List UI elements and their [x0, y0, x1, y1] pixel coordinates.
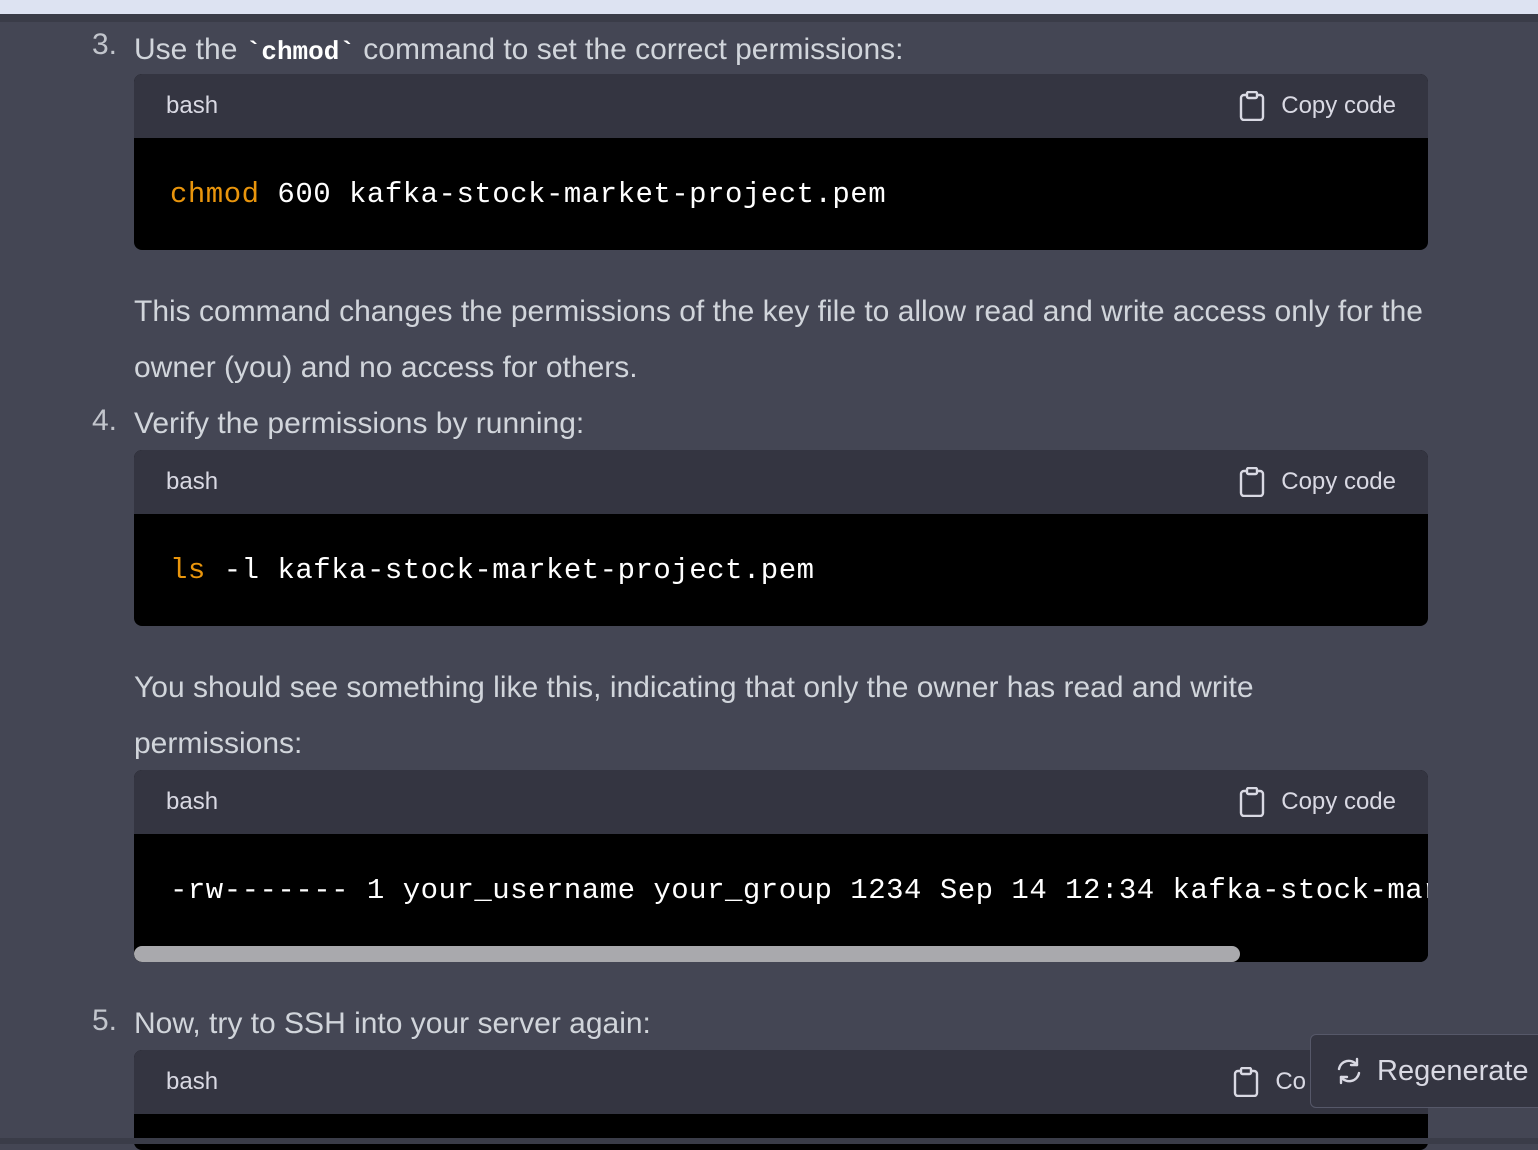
copy-code-label: Copy code — [1281, 92, 1396, 119]
code-block: bash Copy code ls -l kafka-stock-market-… — [134, 450, 1428, 626]
code-language: bash — [166, 1068, 219, 1095]
step-intro: Verify the permissions by running: — [134, 407, 585, 440]
inline-code: `chmod` — [245, 37, 355, 67]
copy-code-label: Copy code — [1281, 468, 1396, 495]
code-text: -l kafka-stock-market-project.pem — [205, 553, 815, 587]
code-content: -rw------- 1 your_username your_group 12… — [134, 834, 1428, 946]
output-code-block: bash Copy code -rw------- 1 your_usernam… — [134, 770, 1428, 962]
browser-top-bar — [0, 0, 1538, 14]
code-language: bash — [166, 468, 219, 495]
code-keyword: ls — [170, 553, 206, 587]
regenerate-button[interactable]: Regenerate — [1310, 1034, 1538, 1108]
clipboard-icon — [1240, 467, 1265, 497]
code-content: ls -l kafka-stock-market-project.pem — [134, 514, 1428, 626]
chat-response: 3. Use the `chmod` command to set the co… — [0, 22, 1538, 1150]
copy-code-button[interactable]: Copy code — [1239, 467, 1396, 497]
copy-code-button[interactable]: Copy code — [1239, 787, 1396, 817]
horizontal-scrollbar[interactable] — [134, 946, 1428, 962]
code-block: bash Copy code chmod 600 kafka-stock-mar… — [134, 74, 1428, 250]
regenerate-label: Regenerate — [1377, 1054, 1529, 1087]
step-number: 3. — [92, 28, 118, 61]
step-explanation: You should see something like this, indi… — [134, 671, 1254, 760]
step-intro-text: command to set the correct permissions: — [354, 33, 904, 66]
step-explanation: This command changes the permissions of … — [134, 295, 1423, 384]
clipboard-icon — [1240, 787, 1265, 817]
code-block: bash Co — [134, 1050, 1428, 1150]
step-number: 5. — [92, 1004, 118, 1037]
top-divider — [0, 14, 1538, 22]
bottom-edge — [0, 1138, 1538, 1144]
refresh-icon — [1337, 1057, 1361, 1085]
copy-code-label: Co — [1275, 1068, 1306, 1095]
copy-code-button[interactable]: Co — [1233, 1067, 1306, 1097]
step-intro-text: Use the — [134, 33, 246, 66]
code-text: -rw------- 1 your_username your_group 12… — [170, 873, 1428, 907]
copy-code-button[interactable]: Copy code — [1239, 91, 1396, 121]
code-keyword: chmod — [170, 177, 260, 211]
code-text: 600 kafka-stock-market-project.pem — [259, 177, 887, 211]
code-header: bash Copy code — [134, 770, 1428, 834]
clipboard-icon — [1240, 91, 1265, 121]
code-header: bash Copy code — [134, 450, 1428, 514]
code-content: chmod 600 kafka-stock-market-project.pem — [134, 138, 1428, 250]
copy-code-label: Copy code — [1281, 788, 1396, 815]
code-header: bash Co — [134, 1050, 1428, 1114]
code-header: bash Copy code — [134, 74, 1428, 138]
code-language: bash — [166, 92, 219, 119]
step-intro: Use the `chmod` command to set the corre… — [134, 22, 1424, 80]
clipboard-icon — [1234, 1067, 1259, 1097]
scrollbar-thumb[interactable] — [134, 946, 1240, 962]
code-language: bash — [166, 788, 219, 815]
step-number: 4. — [92, 404, 118, 437]
step-intro: Now, try to SSH into your server again: — [134, 1007, 651, 1040]
